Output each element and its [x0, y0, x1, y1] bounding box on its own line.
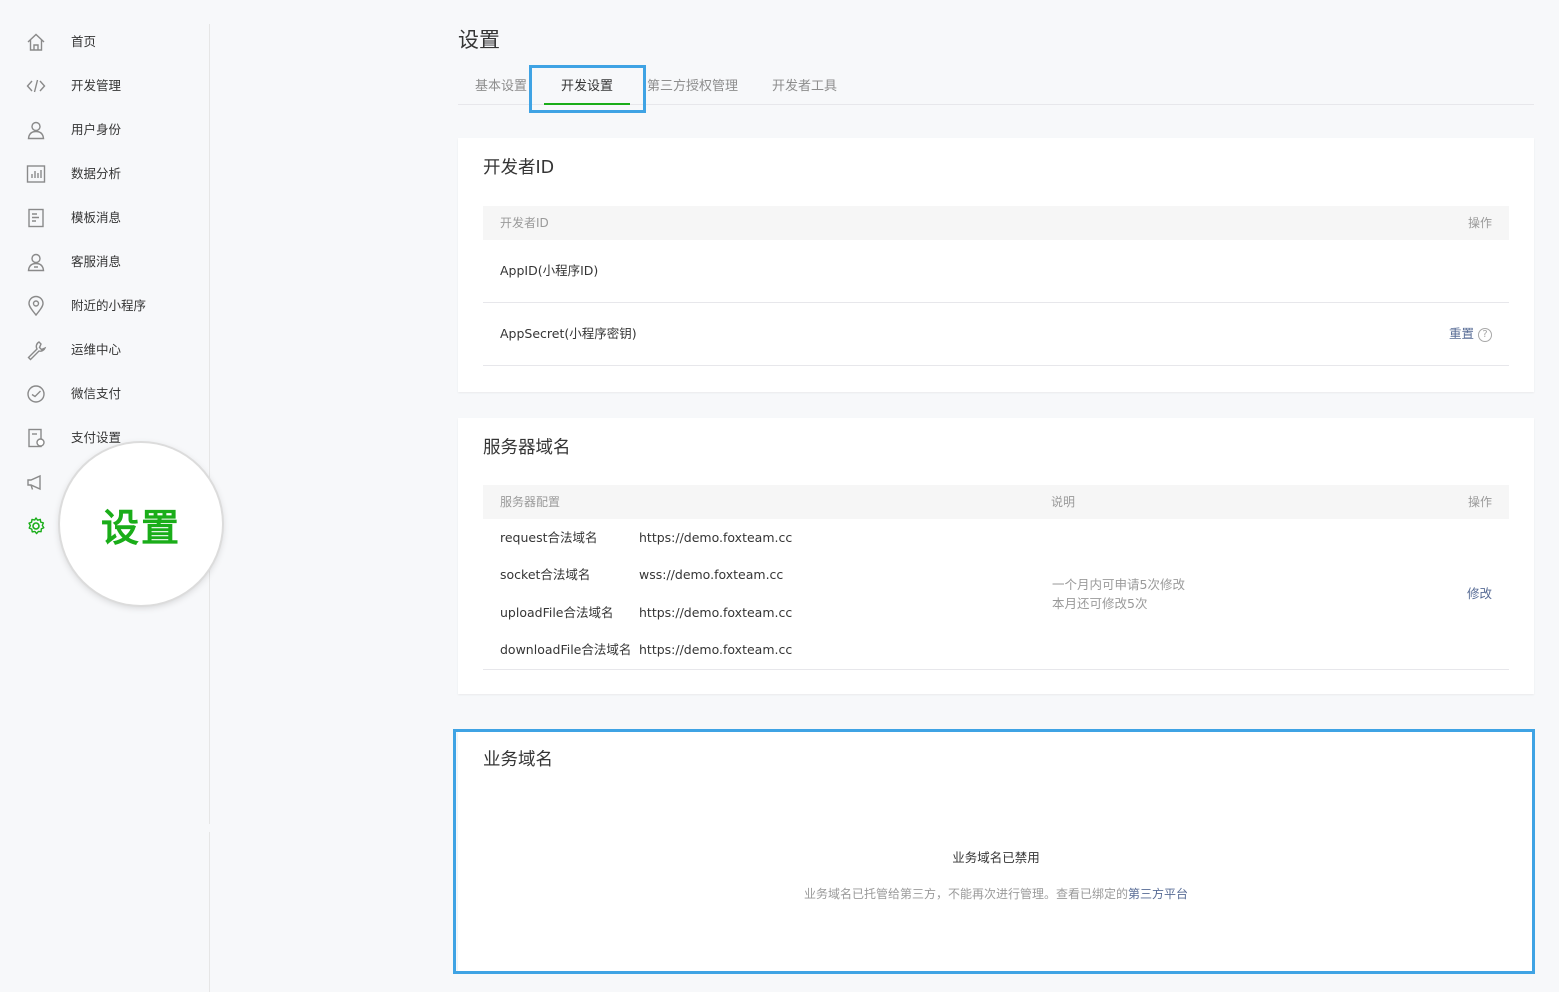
sidebar-item-wechat-pay[interactable]: 微信支付	[0, 372, 200, 416]
domain-desc-line: 本月还可修改5次	[1052, 596, 1148, 611]
table-header: 开发者ID 操作	[483, 206, 1509, 240]
tab-highlight-box	[529, 65, 646, 113]
domain-name: downloadFile合法域名	[500, 642, 632, 657]
domain-value: https://demo.foxteam.cc	[639, 530, 793, 545]
magnifier-label: 设置	[100, 505, 181, 550]
sidebar-item-label: 首页	[71, 34, 97, 49]
appsecret-actions: 重置?	[1449, 325, 1492, 343]
home-icon	[25, 31, 47, 53]
domain-desc-line: 一个月内可申请5次修改	[1052, 577, 1185, 592]
user-icon	[25, 119, 47, 141]
sidebar-item-home[interactable]: 首页	[0, 20, 200, 64]
sidebar-item-data-analysis[interactable]: 数据分析	[0, 152, 200, 196]
tab-third-party-auth[interactable]: 第三方授权管理	[647, 78, 738, 96]
sidebar-item-user-identity[interactable]: 用户身份	[0, 108, 200, 152]
developer-id-card: 开发者ID 开发者ID 操作 AppID(小程序ID) AppSecret(小程…	[458, 138, 1534, 392]
document-icon	[25, 207, 47, 229]
payment-settings-icon	[25, 427, 47, 449]
page-title: 设置	[458, 28, 500, 52]
domain-value: wss://demo.foxteam.cc	[639, 567, 784, 582]
row-divider	[483, 365, 1509, 366]
sidebar-divider	[209, 24, 210, 824]
tab-basic-settings[interactable]: 基本设置	[475, 78, 527, 96]
sidebar-item-customer-service[interactable]: 客服消息	[0, 240, 200, 284]
row-divider	[483, 669, 1509, 670]
card-title: 开发者ID	[483, 158, 555, 178]
wrench-icon	[25, 339, 47, 361]
sidebar-item-dev-management[interactable]: 开发管理	[0, 64, 200, 108]
reset-link[interactable]: 重置	[1449, 326, 1474, 341]
location-pin-icon	[25, 295, 47, 317]
sidebar-item-label: 客服消息	[71, 254, 122, 269]
card-title: 服务器域名	[483, 438, 571, 458]
row-divider	[483, 302, 1509, 303]
column-header: 服务器配置	[500, 495, 561, 509]
sidebar-item-label: 运维中心	[71, 342, 122, 357]
sidebar-item-label: 附近的小程序	[71, 298, 147, 313]
column-header: 说明	[1051, 495, 1076, 509]
sidebar-item-nearby-miniprogram[interactable]: 附近的小程序	[0, 284, 200, 328]
sidebar-item-ops-center[interactable]: 运维中心	[0, 328, 200, 372]
domain-name: request合法域名	[500, 530, 598, 545]
sidebar-item-label: 用户身份	[71, 122, 122, 137]
column-header: 操作	[1467, 495, 1492, 509]
sidebar-item-label: 支付设置	[71, 430, 122, 445]
domain-value: https://demo.foxteam.cc	[639, 642, 793, 657]
sidebar-item-template-message[interactable]: 模板消息	[0, 196, 200, 240]
server-domains-card: 服务器域名 服务器配置 说明 操作 request合法域名 https://de…	[458, 418, 1534, 694]
column-header: 开发者ID	[500, 216, 549, 230]
sidebar: 首页 开发管理 用户身份 数据分析 模板消息 客服消息 附近的小程序 运维中心 …	[0, 0, 222, 992]
sidebar-item-label: 微信支付	[71, 386, 122, 401]
business-domain-highlight-box	[453, 729, 1535, 974]
megaphone-icon	[25, 471, 47, 493]
settings-magnifier-callout: 设置	[60, 443, 222, 605]
service-icon	[25, 251, 47, 273]
tab-developer-tools[interactable]: 开发者工具	[772, 78, 837, 96]
sidebar-item-label: 模板消息	[71, 210, 122, 225]
help-icon[interactable]: ?	[1478, 328, 1492, 342]
gear-icon	[25, 515, 47, 537]
appsecret-label: AppSecret(小程序密钥)	[500, 326, 637, 341]
chart-icon	[25, 163, 47, 185]
modify-link[interactable]: 修改	[1467, 585, 1492, 603]
code-icon	[25, 75, 47, 97]
column-header: 操作	[1467, 216, 1492, 230]
sidebar-divider	[209, 832, 210, 992]
domain-name: uploadFile合法域名	[500, 605, 614, 620]
sidebar-item-label: 数据分析	[71, 166, 122, 181]
domain-value: https://demo.foxteam.cc	[639, 605, 793, 620]
domain-name: socket合法域名	[500, 567, 591, 582]
appid-label: AppID(小程序ID)	[500, 263, 599, 278]
sidebar-item-label: 开发管理	[71, 78, 122, 93]
payment-icon	[25, 383, 47, 405]
table-header: 服务器配置 说明 操作	[483, 485, 1509, 519]
